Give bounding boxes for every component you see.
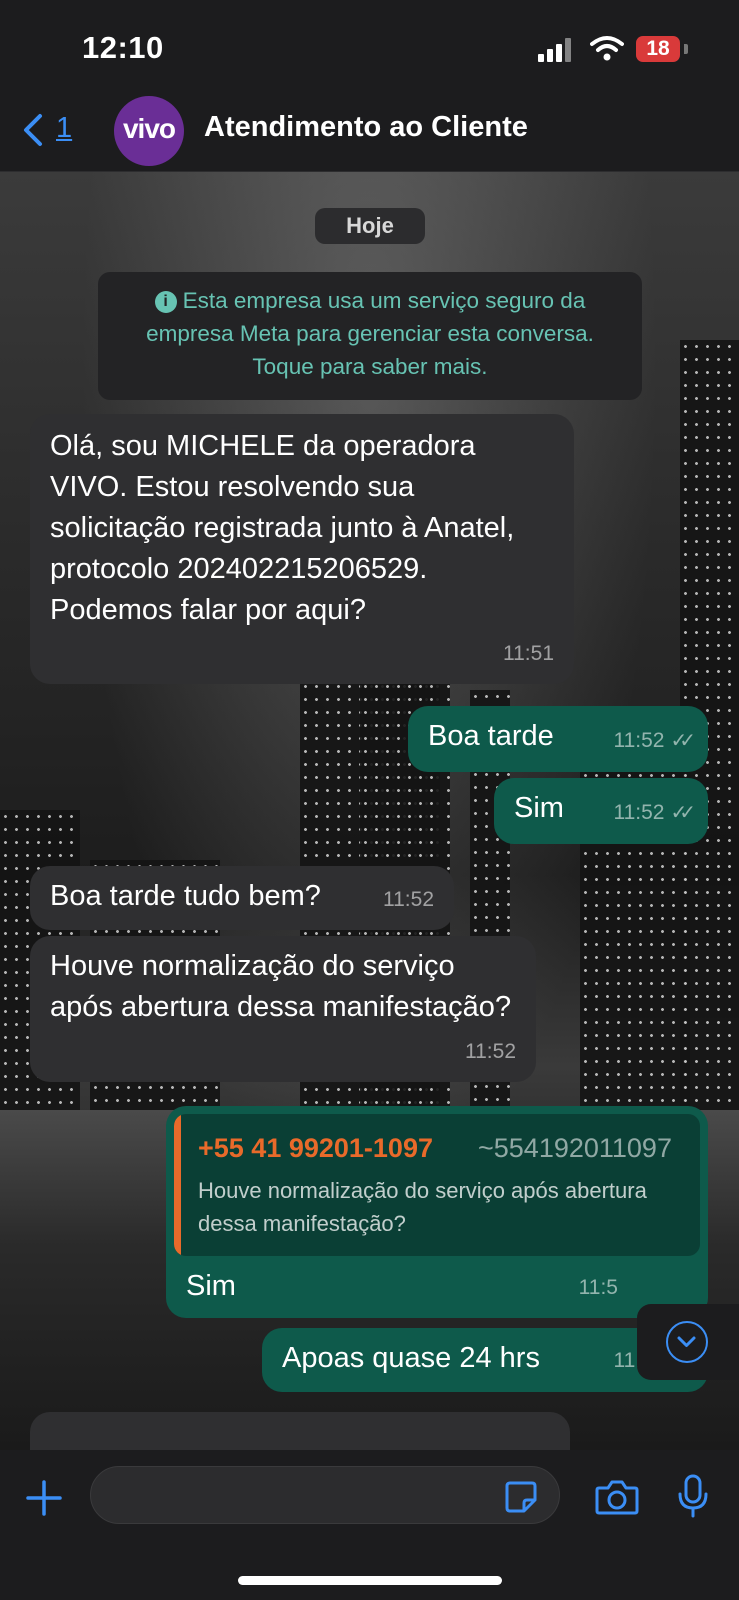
info-text: Esta empresa usa um serviço seguro da em… [146,288,594,379]
message-text: Sim [514,792,564,824]
status-bar: 12:10 18 [0,0,739,92]
message-bubble-incoming[interactable]: Houve normalização do serviço após abert… [30,936,536,1082]
message-input[interactable] [90,1466,560,1524]
camera-icon[interactable] [595,1478,639,1516]
info-icon: i [154,291,177,313]
message-bubble-outgoing-reply[interactable]: +55 41 99201-1097 ~554192011097 Houve no… [166,1106,708,1318]
message-time: 11:52 [383,888,434,911]
quote-accent-bar [174,1114,181,1256]
microphone-icon[interactable] [676,1474,710,1518]
chevron-down-circle-icon [666,1321,708,1363]
read-ticks-icon: ✓✓ [670,730,695,752]
message-text: Boa tarde [428,720,554,752]
quoted-message[interactable]: +55 41 99201-1097 ~554192011097 Houve no… [174,1114,700,1256]
chevron-left-icon[interactable] [14,110,54,150]
composer-bar [0,1450,739,1600]
message-time: 11:52 [613,729,665,752]
message-bubble-incoming[interactable]: Boa tarde tudo bem? 11:52 [30,866,454,930]
message-text: Olá, sou MICHELE da operadora VIVO. Esto… [50,430,515,626]
message-bubble-outgoing[interactable]: Boa tarde 11:52 ✓✓ [408,706,708,772]
message-text: Boa tarde tudo bem? [50,880,321,912]
message-time: 11:51 [503,642,554,665]
avatar[interactable]: vivo [114,96,184,166]
message-text: Houve normalização do serviço após abert… [50,950,512,1023]
signal-icon [538,38,574,62]
message-text: Sim [186,1270,236,1302]
message-bubble-incoming[interactable]: Olá, sou MICHELE da operadora VIVO. Esto… [30,414,574,684]
status-time: 12:10 [82,30,164,65]
message-text: Apoas quase 24 hrs [282,1342,540,1374]
message-time: 11:5 [578,1276,618,1299]
encryption-info-banner[interactable]: i Esta empresa usa um serviço seguro da e… [98,272,642,400]
quoted-sender-phone: +55 41 99201-1097 [198,1133,433,1163]
message-time: 11:52 [465,1040,516,1063]
read-ticks-icon: ✓✓ [670,802,695,824]
battery-cap [684,44,688,54]
battery-indicator: 18 [636,36,680,62]
home-indicator[interactable] [238,1576,502,1585]
back-unread-count[interactable]: 1 [56,112,72,145]
message-bubble-outgoing[interactable]: Sim 11:52 ✓✓ [494,778,708,844]
message-bubble-incoming-partial[interactable] [30,1412,570,1450]
contact-name[interactable]: Atendimento ao Cliente [204,111,528,144]
wifi-icon [590,36,624,61]
scroll-to-bottom-button[interactable] [637,1304,739,1380]
plus-icon[interactable] [24,1478,64,1518]
date-separator: Hoje [315,208,425,244]
sticker-icon[interactable] [504,1480,538,1514]
quoted-text: Houve normalização do serviço após abert… [198,1178,647,1236]
message-time: 11:52 [613,801,665,824]
quoted-sender-alias: ~554192011097 [478,1133,672,1163]
chat-header: 1 vivo Atendimento ao Cliente [0,92,739,172]
message-list[interactable]: Hoje i Esta empresa usa um serviço seguro… [0,172,739,1450]
